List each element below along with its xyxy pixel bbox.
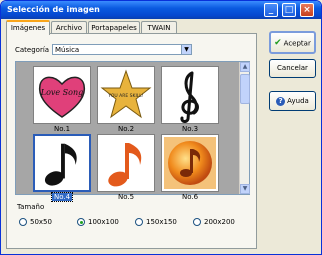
scroll-thumb[interactable] (240, 74, 250, 104)
radio-label: 200x200 (204, 218, 235, 226)
gallery-item-3-thumbnail[interactable] (161, 66, 219, 124)
star-text: YOU ARE SKILL! (107, 93, 143, 99)
chevron-down-icon[interactable]: ▼ (181, 45, 191, 54)
gallery-item-3-caption: No.3 (181, 125, 199, 133)
category-label: Categoría (15, 46, 50, 54)
gallery-item-6-caption: No.6 (181, 193, 199, 201)
radio-icon[interactable] (19, 218, 27, 226)
window-title: Selección de imagen (7, 5, 100, 14)
category-value: Música (55, 46, 80, 54)
radio-label: 50x50 (30, 218, 52, 226)
gallery-item-4-caption: No.4 (50, 192, 74, 202)
title-bar[interactable]: Selección de imagen _ □ × (1, 1, 321, 19)
cancel-label: Cancelar (277, 64, 308, 72)
maximize-button[interactable]: □ (282, 3, 296, 17)
radio-label: 100x100 (88, 218, 119, 226)
scroll-up-icon[interactable]: ▲ (240, 62, 250, 72)
maximize-icon: □ (284, 5, 294, 15)
close-button[interactable]: × (300, 3, 314, 17)
gallery-item-1-thumbnail[interactable]: Love Song (33, 66, 91, 124)
category-select[interactable]: Música ▼ (52, 44, 192, 55)
gallery-item-2-thumbnail[interactable]: YOU ARE SKILL! (97, 66, 155, 124)
gallery-item-1-caption: No.1 (53, 125, 71, 133)
close-icon: × (303, 5, 311, 15)
scroll-down-icon[interactable]: ▼ (240, 184, 250, 194)
cancel-button[interactable]: Cancelar (269, 59, 316, 78)
minimize-button[interactable]: _ (264, 3, 278, 17)
treble-clef-icon (180, 71, 199, 123)
help-label: Ayuda (287, 97, 309, 105)
heart-text: Love Song (40, 88, 84, 97)
checkmark-icon: ✔ (274, 38, 282, 48)
gallery-item-5-caption: No.5 (117, 193, 135, 201)
accept-button[interactable]: ✔ Aceptar (269, 31, 316, 54)
tab-imagenes[interactable]: Imágenes (6, 20, 50, 35)
note-in-orange-circle-icon (164, 137, 216, 189)
help-icon: ? (276, 96, 286, 106)
help-button[interactable]: ? Ayuda (269, 91, 316, 111)
minimize-icon: _ (268, 5, 274, 15)
image-gallery[interactable]: Love Song No.1 YOU ARE SKILL! No.2 No.3 (15, 61, 250, 202)
radio-icon[interactable] (193, 218, 201, 226)
gallery-item-6-thumbnail[interactable] (161, 134, 219, 192)
star-music-icon: YOU ARE SKILL! (100, 69, 152, 119)
eighth-note-orange-icon (108, 143, 142, 187)
gallery-item-4-thumbnail[interactable] (33, 134, 91, 192)
radio-checked-icon[interactable] (77, 218, 85, 226)
eighth-note-black-icon (44, 143, 77, 186)
gallery-item-5-thumbnail[interactable] (97, 134, 155, 192)
size-label: Tamaño (17, 203, 45, 211)
gallery-item-2-caption: No.2 (117, 125, 135, 133)
radio-icon[interactable] (135, 218, 143, 226)
love-song-heart-icon: Love Song (38, 76, 86, 118)
size-group: Tamaño 50x50 100x100 150x150 200x200 (15, 201, 250, 241)
accept-label: Aceptar (283, 39, 311, 48)
radio-label: 150x150 (146, 218, 177, 226)
image-selection-dialog: Selección de imagen _ □ × Imágenes Archi… (0, 0, 322, 255)
gallery-scrollbar[interactable]: ▲ ▼ (239, 62, 250, 194)
